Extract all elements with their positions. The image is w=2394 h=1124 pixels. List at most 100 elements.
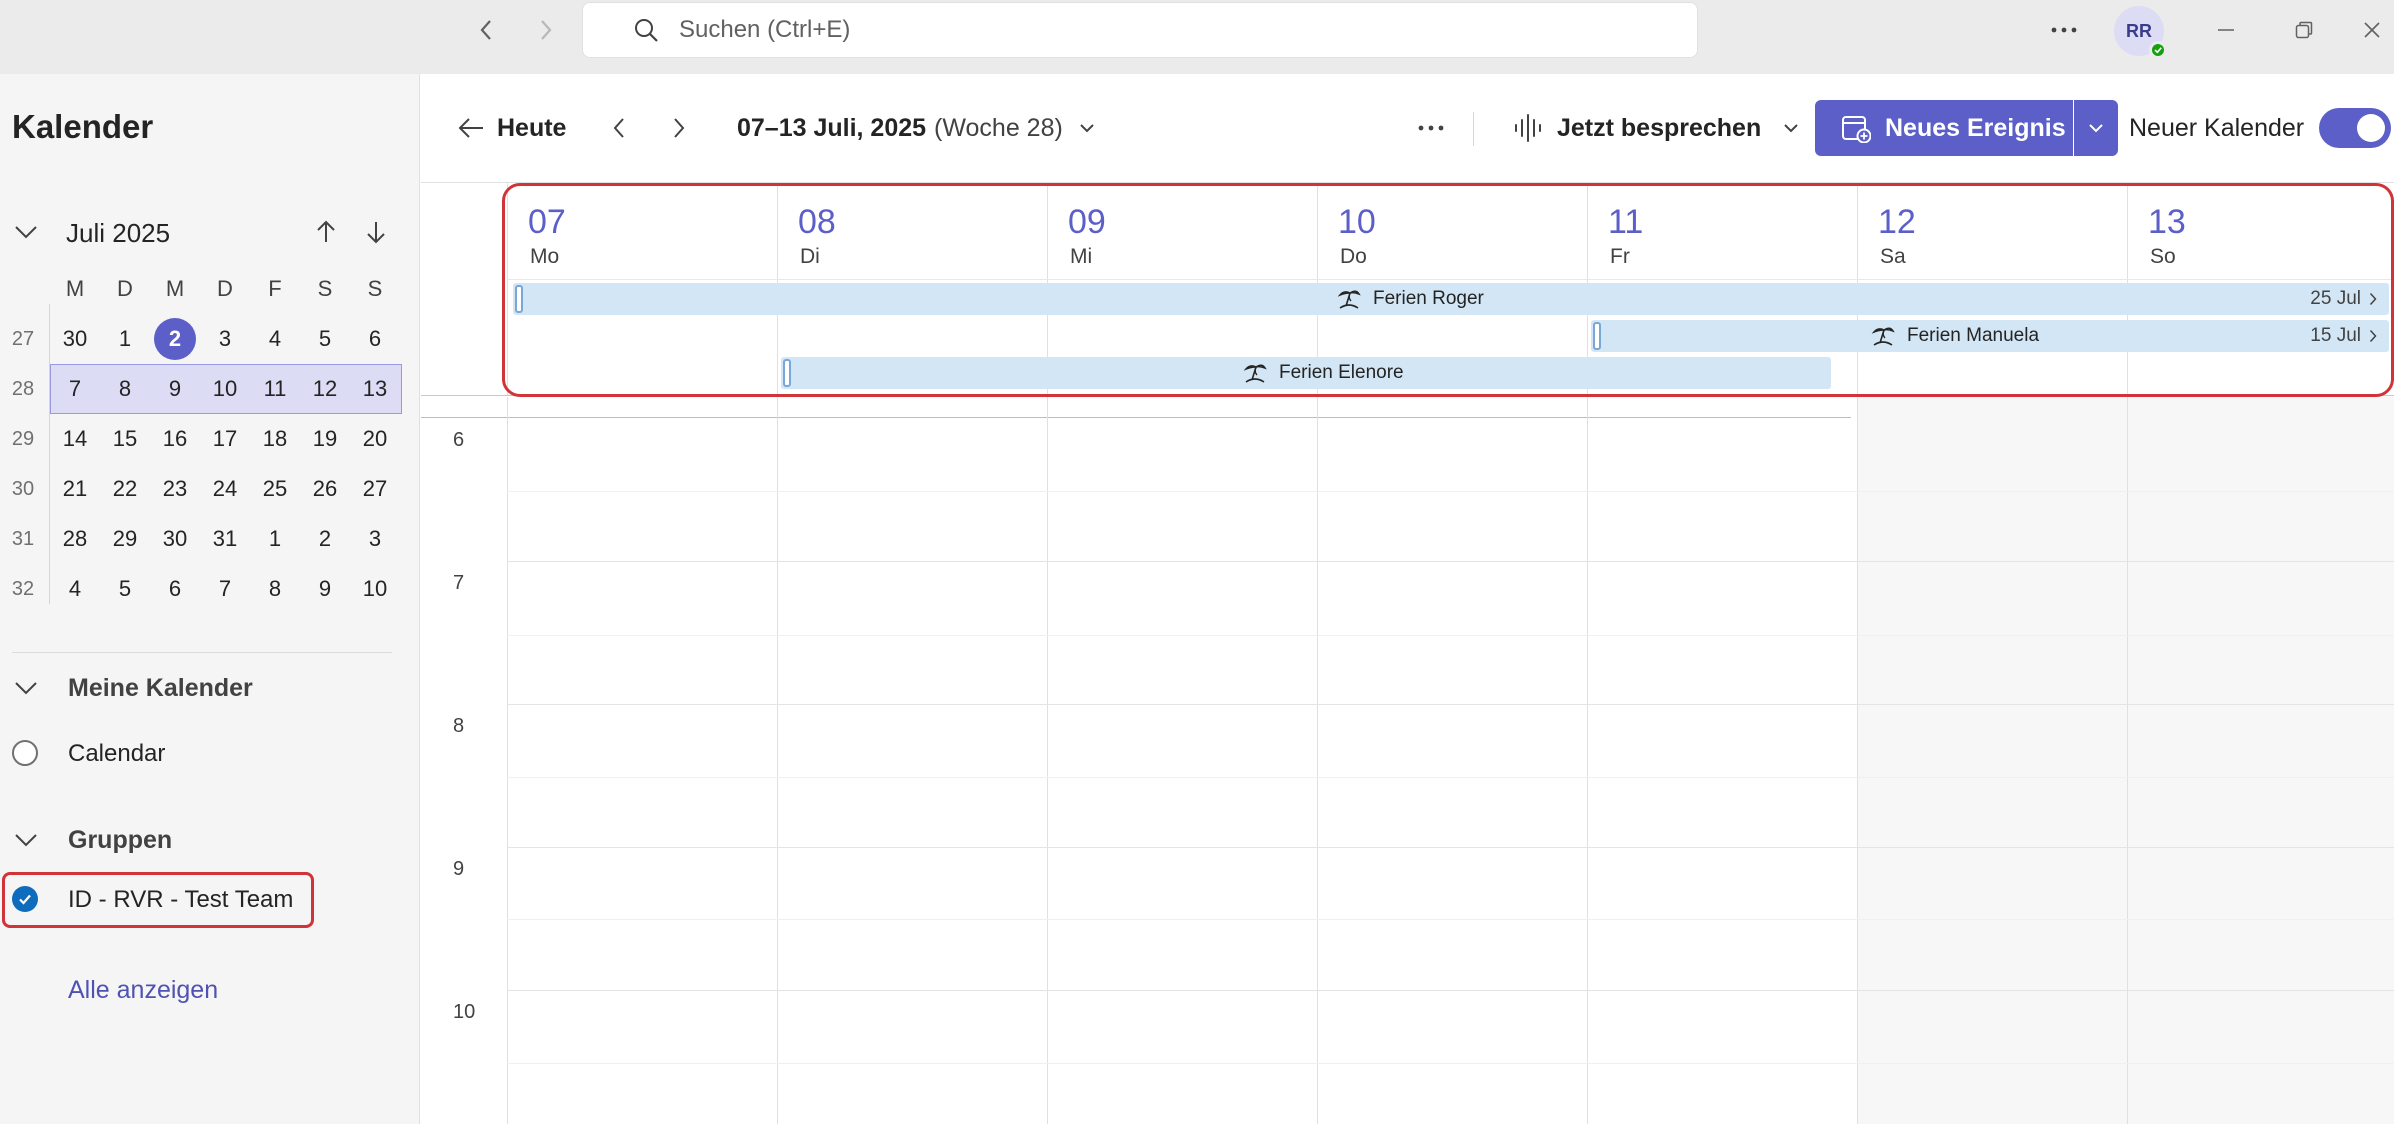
today-label: Heute (497, 113, 567, 142)
mini-calendar-day[interactable]: 2 (300, 514, 350, 564)
mini-calendar-day[interactable]: 22 (100, 464, 150, 514)
mini-calendar-day[interactable]: 16 (150, 414, 200, 464)
day-column[interactable] (1047, 397, 1317, 1124)
minimize-button[interactable] (2196, 10, 2256, 50)
mini-calendar-day[interactable]: 5 (100, 564, 150, 614)
avatar[interactable]: RR (2114, 6, 2167, 59)
mini-calendar-day[interactable]: 3 (200, 314, 250, 364)
search-input[interactable]: Suchen (Ctrl+E) (582, 2, 1698, 58)
new-event-button[interactable]: Neues Ereignis (1815, 100, 2073, 156)
mini-calendar-day[interactable]: 10 (200, 364, 250, 414)
mini-calendar-day[interactable]: 4 (250, 314, 300, 364)
new-event-dropdown[interactable] (2074, 100, 2118, 156)
mini-calendar-week: 29 14 15 16 17 18 19 20 (0, 414, 420, 464)
half-hour-line (507, 919, 2394, 920)
section-label: Meine Kalender (68, 674, 253, 702)
half-hour-line (507, 635, 2394, 636)
day-column-weekend[interactable] (2127, 397, 2394, 1124)
day-column-weekend[interactable] (1857, 397, 2127, 1124)
toolbar-divider (1473, 112, 1474, 146)
previous-week-button[interactable] (599, 108, 639, 148)
previous-month-button[interactable] (306, 212, 346, 252)
groups-section[interactable]: Gruppen (0, 820, 420, 860)
mini-calendar-day[interactable]: 28 (50, 514, 100, 564)
my-calendars-section[interactable]: Meine Kalender (0, 668, 420, 708)
half-hour-line (507, 777, 2394, 778)
hour-label: 6 (453, 429, 465, 451)
day-column[interactable] (1317, 397, 1587, 1124)
mini-calendar-day[interactable]: 6 (150, 564, 200, 614)
mini-calendar-day[interactable]: 10 (350, 564, 400, 614)
next-month-button[interactable] (356, 212, 396, 252)
search-placeholder: Suchen (Ctrl+E) (679, 16, 851, 43)
mini-calendar-day[interactable]: 3 (350, 514, 400, 564)
meet-now-dropdown[interactable] (1771, 108, 1811, 148)
mini-calendar-day[interactable]: 6 (350, 314, 400, 364)
collapse-month-button[interactable] (6, 212, 46, 252)
mini-calendar-day[interactable]: 9 (150, 364, 200, 414)
mini-calendar-day[interactable]: 30 (150, 514, 200, 564)
mini-calendar-day[interactable]: 14 (50, 414, 100, 464)
calendar-item-label: Calendar (68, 740, 166, 767)
mini-calendar-day[interactable]: 5 (300, 314, 350, 364)
mini-calendar-day[interactable]: 19 (300, 414, 350, 464)
new-calendar-toggle[interactable] (2319, 108, 2391, 148)
mini-calendar-day[interactable]: 21 (50, 464, 100, 514)
weekday-header: D (117, 276, 133, 301)
mini-calendar-day[interactable]: 30 (50, 314, 100, 364)
mini-calendar-day[interactable]: 23 (150, 464, 200, 514)
mini-calendar-day[interactable]: 13 (350, 364, 400, 414)
mini-calendar-week: 30 21 22 23 24 25 26 27 (0, 464, 420, 514)
mini-calendar-day[interactable]: 29 (100, 514, 150, 564)
more-options-button[interactable] (2034, 10, 2094, 50)
mini-calendar-day[interactable]: 24 (200, 464, 250, 514)
back-button[interactable] (466, 14, 506, 46)
collapse-groups-button[interactable] (6, 820, 46, 860)
close-button[interactable] (2350, 10, 2394, 50)
mini-calendar-day[interactable]: 18 (250, 414, 300, 464)
mini-calendar-day[interactable]: 26 (300, 464, 350, 514)
mini-calendar-day-today[interactable]: 2 (150, 314, 200, 364)
next-week-button[interactable] (659, 108, 699, 148)
mini-calendar-week: 27 30 1 2 3 4 5 6 (0, 314, 420, 364)
today-button[interactable]: Heute (457, 108, 566, 148)
mini-calendar-day[interactable]: 17 (200, 414, 250, 464)
mini-calendar-day[interactable]: 20 (350, 414, 400, 464)
day-column[interactable] (507, 397, 777, 1124)
weekday-header: S (367, 276, 383, 301)
mini-calendar-day[interactable]: 8 (250, 564, 300, 614)
toolbar-more-button[interactable] (1411, 108, 1451, 148)
meet-now-label: Jetzt besprechen (1557, 113, 1762, 142)
half-hour-line (507, 491, 2394, 492)
mini-calendar-day[interactable]: 27 (350, 464, 400, 514)
mini-calendar-day[interactable]: 8 (100, 364, 150, 414)
collapse-my-calendars-button[interactable] (6, 668, 46, 708)
calendar-item-calendar[interactable]: Calendar (0, 730, 420, 778)
calendar-add-icon (1841, 113, 1871, 143)
forward-button[interactable] (526, 14, 566, 46)
show-all-link[interactable]: Alle anzeigen (68, 976, 218, 1005)
mini-calendar-day[interactable]: 11 (250, 364, 300, 414)
date-range-picker[interactable]: 07–13 Juli, 2025 (Woche 28) (737, 108, 1095, 148)
meet-now-button[interactable]: Jetzt besprechen (1513, 108, 1761, 148)
mini-calendar-day[interactable]: 1 (250, 514, 300, 564)
mini-calendar-day[interactable]: 25 (250, 464, 300, 514)
mini-calendar-day[interactable]: 7 (200, 564, 250, 614)
mini-calendar-day[interactable]: 15 (100, 414, 150, 464)
mini-calendar-day[interactable]: 4 (50, 564, 100, 614)
mini-calendar-day[interactable]: 9 (300, 564, 350, 614)
mini-calendar-day[interactable]: 31 (200, 514, 250, 564)
mini-calendar-weekday-row: M D M D F S S (0, 264, 420, 314)
day-column[interactable] (1587, 397, 1857, 1124)
mini-calendar-day[interactable]: 1 (100, 314, 150, 364)
chevron-right-icon (674, 118, 685, 138)
day-column[interactable] (777, 397, 1047, 1124)
chevron-down-icon (1080, 124, 1094, 133)
calendar-checkbox[interactable] (12, 740, 38, 766)
hour-label: 9 (453, 858, 465, 880)
week-number: 27 (11, 327, 35, 350)
mini-calendar-day[interactable]: 12 (300, 364, 350, 414)
mini-calendar-day[interactable]: 7 (50, 364, 100, 414)
week-number: 32 (11, 577, 35, 600)
restore-button[interactable] (2274, 10, 2334, 50)
